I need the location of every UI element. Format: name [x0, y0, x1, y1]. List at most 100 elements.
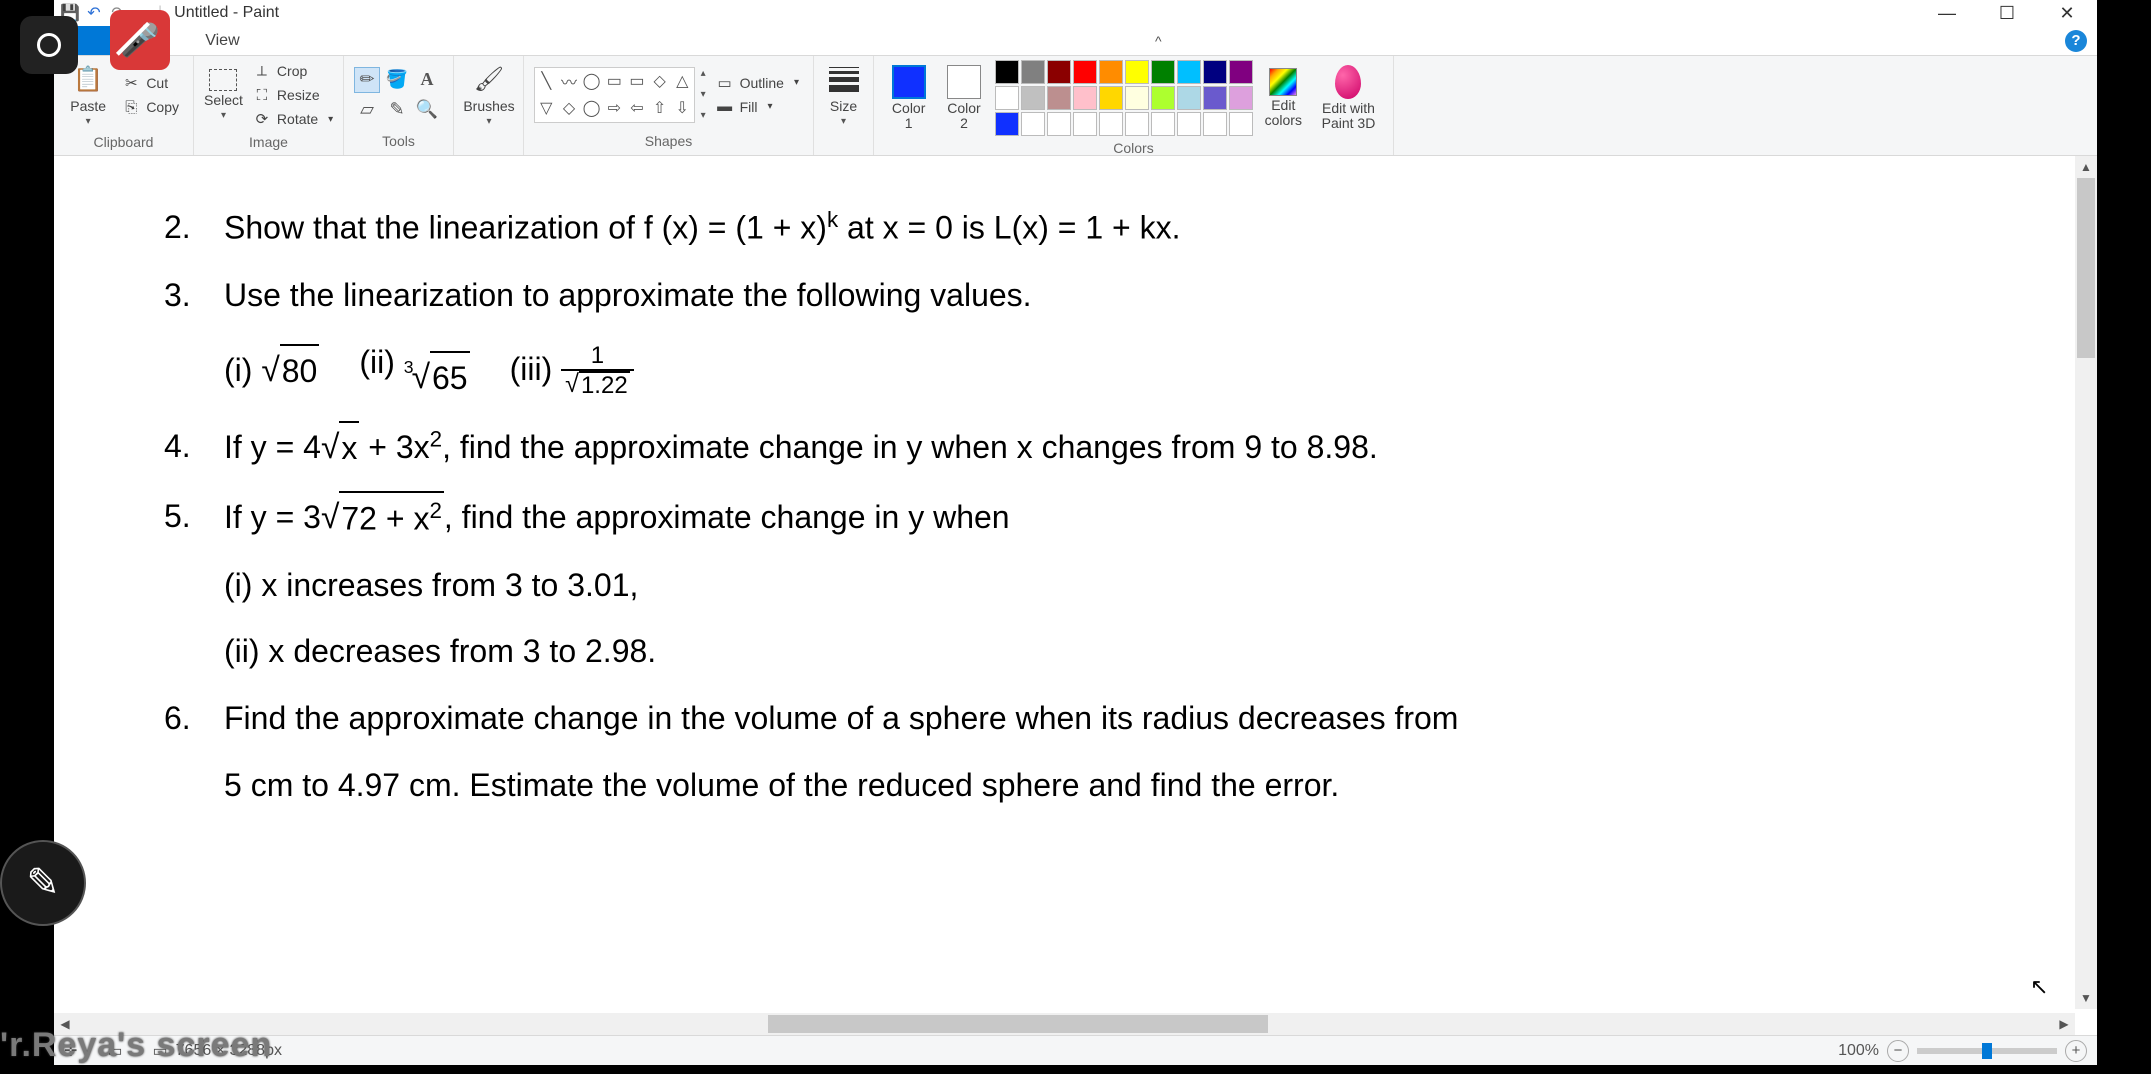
shape-option[interactable]: ◇ — [648, 68, 671, 95]
brushes-button[interactable]: 🖌 Brushes ▾ — [464, 60, 514, 130]
shape-option[interactable]: ⇨ — [603, 95, 626, 122]
scroll-track[interactable] — [2075, 178, 2097, 987]
maximize-button[interactable]: ☐ — [1977, 0, 2037, 26]
color-swatch[interactable] — [1047, 86, 1071, 110]
color-swatch[interactable] — [995, 60, 1019, 84]
gallery-more-icon[interactable]: ▾ — [701, 110, 706, 121]
color-swatch[interactable] — [1151, 112, 1175, 136]
color-swatch[interactable] — [1177, 60, 1201, 84]
color1-button[interactable]: Color 1 — [884, 63, 933, 133]
color-swatch[interactable] — [1203, 86, 1227, 110]
color-swatch[interactable] — [1125, 60, 1149, 84]
fill-tool[interactable]: 🪣 — [384, 67, 410, 93]
resize-icon: ⛶ — [253, 86, 271, 104]
edit-3d-button[interactable]: Edit with Paint 3D — [1314, 63, 1383, 133]
scroll-thumb[interactable] — [2077, 178, 2095, 358]
color-swatch[interactable] — [1073, 112, 1097, 136]
resize-button[interactable]: ⛶Resize — [249, 84, 337, 106]
gallery-down-icon[interactable]: ▾ — [701, 89, 706, 100]
size-icon — [827, 63, 861, 97]
shape-option[interactable]: ▭ — [603, 68, 626, 95]
color-swatch[interactable] — [1099, 86, 1123, 110]
gallery-up-icon[interactable]: ▴ — [701, 68, 706, 79]
shape-gallery[interactable]: ╲〰◯▭▭◇△▽◇◯⇨⇦⇧⇩ — [534, 67, 695, 123]
close-button[interactable]: ✕ — [2037, 0, 2097, 26]
group-size: Size ▾ — [814, 56, 874, 155]
color-swatch[interactable] — [1229, 112, 1253, 136]
shape-option[interactable]: ⇧ — [648, 95, 671, 122]
record-button[interactable] — [20, 16, 78, 74]
color-swatch[interactable] — [1047, 60, 1071, 84]
pencil-tool[interactable]: ✏ — [354, 67, 380, 93]
color-palette[interactable] — [995, 60, 1253, 136]
q2-number: 2. — [164, 202, 224, 254]
color-swatch[interactable] — [1151, 60, 1175, 84]
mute-mic-button[interactable]: 🎤 — [110, 10, 170, 70]
color-swatch[interactable] — [1203, 60, 1227, 84]
shape-option[interactable]: ⇩ — [671, 95, 694, 122]
color-swatch[interactable] — [1099, 60, 1123, 84]
vertical-scrollbar[interactable]: ▲ ▼ — [2075, 156, 2097, 1009]
shape-option[interactable]: ▽ — [535, 95, 558, 122]
paint-window: 💾 ↶ ↷ ▾ | Untitled - Paint — ☐ ✕ me View… — [54, 0, 2097, 1065]
shape-option[interactable]: ◯ — [580, 68, 603, 95]
minimize-button[interactable]: — — [1917, 0, 1977, 26]
copy-button[interactable]: ⎘Copy — [118, 96, 183, 118]
eraser-tool[interactable]: ▱ — [354, 97, 380, 123]
outline-button[interactable]: ▭Outline▾ — [712, 72, 803, 94]
select-button[interactable]: Select ▾ — [204, 60, 243, 130]
color-swatch[interactable] — [1047, 112, 1071, 136]
color-swatch[interactable] — [1177, 112, 1201, 136]
zoom-knob[interactable] — [1982, 1043, 1992, 1059]
horizontal-scrollbar[interactable]: ◀ ▶ — [54, 1013, 2075, 1035]
scroll-thumb[interactable] — [768, 1015, 1268, 1033]
shape-option[interactable]: △ — [671, 68, 694, 95]
crop-button[interactable]: ⟂Crop — [249, 60, 337, 82]
rotate-button[interactable]: ⟳Rotate▾ — [249, 108, 337, 130]
shape-option[interactable]: ⇦ — [626, 95, 649, 122]
shape-option[interactable]: ◯ — [580, 95, 603, 122]
text-tool[interactable]: A — [414, 67, 440, 93]
scroll-track[interactable] — [76, 1013, 2053, 1035]
canvas-area[interactable]: 2. Show that the linearization of f (x) … — [54, 156, 2097, 1035]
color2-button[interactable]: Color 2 — [939, 63, 988, 133]
tab-view[interactable]: View — [187, 26, 257, 55]
help-icon[interactable]: ? — [2065, 30, 2087, 52]
color-swatch[interactable] — [995, 86, 1019, 110]
size-button[interactable]: Size ▾ — [824, 60, 863, 130]
shape-option[interactable]: ╲ — [535, 68, 558, 95]
zoom-in-button[interactable]: + — [2065, 1040, 2087, 1062]
color-swatch[interactable] — [1099, 112, 1123, 136]
shape-option[interactable]: ▭ — [626, 68, 649, 95]
color-swatch[interactable] — [1177, 86, 1201, 110]
color-swatch[interactable] — [1021, 60, 1045, 84]
color-swatch[interactable] — [1073, 86, 1097, 110]
cut-button[interactable]: ✂Cut — [118, 72, 183, 94]
edit-colors-button[interactable]: Edit colors — [1259, 63, 1308, 133]
picker-tool[interactable]: ✎ — [384, 97, 410, 123]
collapse-ribbon-icon[interactable]: ^ — [1149, 33, 1168, 49]
color-swatch[interactable] — [1125, 112, 1149, 136]
color-swatch[interactable] — [1125, 86, 1149, 110]
color-swatch[interactable] — [1203, 112, 1227, 136]
undo-icon[interactable]: ↶ — [84, 3, 104, 23]
shape-option[interactable]: 〰 — [558, 68, 581, 95]
scroll-down-icon[interactable]: ▼ — [2075, 987, 2097, 1009]
color-swatch[interactable] — [1021, 86, 1045, 110]
color-swatch[interactable] — [1151, 86, 1175, 110]
fill-button[interactable]: ▬Fill▾ — [712, 96, 803, 118]
zoom-slider[interactable] — [1917, 1048, 2057, 1054]
magnifier-tool[interactable]: 🔍 — [414, 97, 440, 123]
color-swatch[interactable] — [1073, 60, 1097, 84]
q5ii-text: (ii) x decreases from 3 to 2.98. — [164, 626, 2017, 677]
zoom-out-button[interactable]: − — [1887, 1040, 1909, 1062]
color-swatch[interactable] — [1229, 86, 1253, 110]
shape-option[interactable]: ◇ — [558, 95, 581, 122]
select-icon — [209, 69, 237, 91]
color-swatch[interactable] — [1229, 60, 1253, 84]
scroll-up-icon[interactable]: ▲ — [2075, 156, 2097, 178]
scroll-right-icon[interactable]: ▶ — [2053, 1013, 2075, 1035]
color-swatch[interactable] — [995, 112, 1019, 136]
color-swatch[interactable] — [1021, 112, 1045, 136]
annotate-pen-button[interactable]: ✎ — [0, 840, 86, 926]
